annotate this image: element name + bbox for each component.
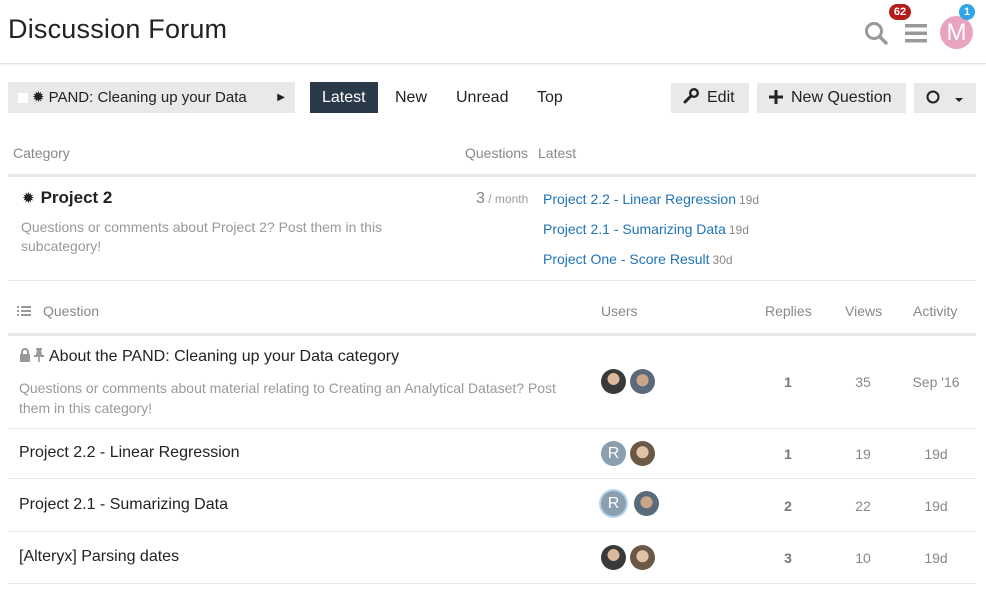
replies-count: 1 [784, 446, 792, 462]
chevron-down-icon [955, 98, 963, 102]
question-count-value: 3 [476, 190, 485, 207]
tab-latest[interactable]: Latest [310, 82, 378, 113]
divider [8, 531, 976, 532]
user-avatar[interactable]: M [940, 16, 973, 49]
question-count-period: / month [484, 192, 529, 206]
category-dropdown-label: PAND: Cleaning up your Data [48, 89, 247, 106]
topic-row-title[interactable]: About the PAND: Cleaning up your Data ca… [19, 348, 399, 366]
latest-topic-title: Project 2.1 - Sumarizing Data [543, 221, 726, 237]
latest-topic-link[interactable]: Project One - Score Result 30d [543, 251, 733, 267]
views-count: 10 [855, 550, 871, 566]
divider [8, 280, 976, 281]
latest-topic-link[interactable]: Project 2.1 - Sumarizing Data 19d [543, 221, 749, 237]
category-dropdown[interactable]: ✹ PAND: Cleaning up your Data ▶ [8, 82, 295, 113]
replies-count: 3 [784, 550, 792, 566]
divider [8, 333, 976, 336]
avatar-badge[interactable]: 1 [959, 4, 975, 20]
divider [8, 174, 976, 177]
category-gear-icon: ✹ [32, 89, 45, 106]
divider [8, 478, 976, 479]
views-count: 19 [855, 446, 871, 462]
wrench-icon [683, 88, 699, 104]
tab-new[interactable]: New [383, 82, 439, 113]
user-avatar-letter[interactable]: R [601, 491, 626, 516]
list-icon [17, 306, 31, 316]
divider [8, 428, 976, 429]
edit-button[interactable]: Edit [671, 83, 749, 113]
replies-column-header[interactable]: Replies [765, 303, 812, 319]
new-question-label: New Question [791, 89, 892, 106]
topic-row-title[interactable]: Project 2.1 - Sumarizing Data [19, 496, 228, 514]
replies-count: 2 [784, 498, 792, 514]
category-name[interactable]: ✹ Project 2 [22, 188, 112, 208]
topic-title-text: About the PAND: Cleaning up your Data ca… [49, 348, 400, 365]
activity-date[interactable]: Sep '16 [906, 374, 966, 390]
latest-column-header: Latest [538, 145, 577, 161]
tab-unread[interactable]: Unread [444, 82, 520, 113]
activity-date[interactable]: 19d [906, 498, 966, 514]
tab-top[interactable]: Top [525, 82, 575, 113]
latest-topic-link[interactable]: Project 2.2 - Linear Regression 19d [543, 191, 759, 207]
category-gear-icon: ✹ [22, 190, 35, 207]
hamburger-menu-icon[interactable] [903, 20, 929, 46]
site-header: Discussion Forum 62 M 1 [0, 0, 986, 64]
category-name-label: Project 2 [40, 188, 113, 207]
latest-topic-title: Project 2.2 - Linear Regression [543, 191, 736, 207]
questions-column-header: Questions [465, 145, 529, 161]
views-count: 22 [855, 498, 871, 514]
topic-row-title[interactable]: Project 2.2 - Linear Regression [19, 444, 240, 462]
views-count: 35 [855, 374, 871, 390]
question-column-header[interactable]: Question [43, 303, 99, 319]
activity-column-header[interactable]: Activity [913, 303, 957, 319]
new-question-button[interactable]: New Question [757, 83, 906, 113]
user-avatar-photo[interactable] [601, 369, 626, 394]
notification-level-button[interactable] [914, 83, 976, 113]
circle-icon [926, 90, 940, 104]
edit-button-label: Edit [707, 89, 735, 106]
topic-excerpt: Questions or comments about material rel… [19, 380, 556, 416]
views-column-header[interactable]: Views [845, 303, 882, 319]
notification-badge[interactable]: 62 [889, 4, 911, 20]
caret-right-icon: ▶ [277, 92, 285, 103]
category-description: Questions or comments about Project 2? P… [21, 219, 383, 254]
user-avatar-photo[interactable] [601, 545, 626, 570]
latest-topic-age: 30d [712, 253, 733, 267]
plus-icon [769, 90, 783, 104]
category-column-header: Category [13, 145, 70, 161]
category-color-swatch [18, 93, 28, 103]
latest-topic-age: 19d [728, 223, 749, 237]
replies-count: 1 [784, 374, 792, 390]
users-column-header: Users [601, 303, 638, 319]
user-avatar-photo[interactable] [630, 545, 655, 570]
navigation-bar: ✹ PAND: Cleaning up your Data ▶ Latest Ne… [0, 82, 986, 114]
lock-icon [20, 348, 30, 362]
category-question-count: 3 / month [476, 190, 528, 208]
topic-row-title[interactable]: [Alteryx] Parsing dates [19, 548, 179, 566]
pin-icon [34, 348, 44, 362]
site-title[interactable]: Discussion Forum [8, 14, 227, 45]
user-avatar-photo[interactable] [630, 369, 655, 394]
latest-topic-title: Project One - Score Result [543, 251, 710, 267]
activity-date[interactable]: 19d [906, 446, 966, 462]
latest-topic-age: 19d [739, 193, 760, 207]
user-avatar-letter[interactable]: R [601, 441, 626, 466]
search-icon[interactable] [863, 20, 889, 46]
user-avatar-photo[interactable] [634, 491, 659, 516]
divider [8, 583, 976, 584]
user-avatar-photo[interactable] [630, 441, 655, 466]
activity-date[interactable]: 19d [906, 550, 966, 566]
